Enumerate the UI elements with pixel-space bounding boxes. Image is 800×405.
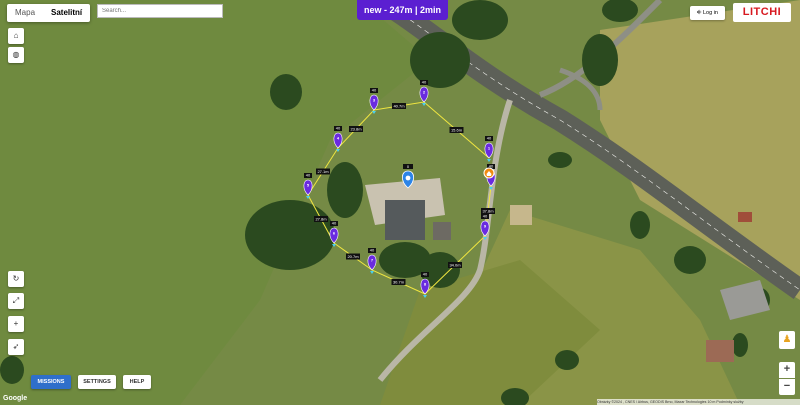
google-logo: Google: [3, 395, 28, 402]
mission-title: new - 247m | 2min: [357, 0, 449, 20]
search-input[interactable]: [97, 4, 223, 18]
help-button[interactable]: HELP: [123, 375, 151, 389]
map-type-map[interactable]: Mapa: [7, 4, 43, 22]
expand-button[interactable]: ⤢: [8, 293, 24, 309]
home-point-marker[interactable]: [483, 167, 495, 179]
login-button[interactable]: ⎆ Log in: [690, 6, 725, 20]
waypoint-altitude: 40: [422, 80, 427, 85]
waypoint-altitude: 40: [336, 126, 341, 131]
waypoint-altitude: 40: [370, 248, 375, 253]
missions-button[interactable]: MISSIONS: [31, 375, 71, 389]
segment-distance-label: 15.6m: [449, 127, 464, 133]
map-type-satellite[interactable]: Satelitní: [43, 4, 90, 22]
expand-icon: ⤢: [12, 296, 20, 305]
rocket-icon: ➶: [12, 342, 20, 351]
svg-text:15.6m: 15.6m: [451, 128, 463, 133]
pegman-icon: ♟: [782, 334, 792, 345]
segment-distance-label: 23.8m: [349, 126, 363, 132]
home-icon: ⌂: [13, 31, 19, 40]
svg-text:27.8m: 27.8m: [315, 217, 327, 222]
waypoint-altitude: 40: [483, 214, 488, 219]
login-label: Log in: [702, 10, 718, 16]
svg-text:20.7m: 20.7m: [347, 254, 359, 259]
street-view-pegman[interactable]: ♟: [779, 331, 795, 349]
home-button[interactable]: ⌂: [8, 28, 24, 44]
map-type-toggle[interactable]: Mapa Satelitní: [7, 4, 91, 22]
settings-button[interactable]: SETTINGS: [78, 375, 116, 389]
satellite-map[interactable]: 15.6m 40.7m 23.8m 27.1m 27.8m 20.7m 30.7m 34.0m…: [0, 0, 800, 405]
login-icon: ⎆: [697, 10, 702, 16]
segment-distance-label: 34.0m: [448, 262, 462, 268]
svg-text:27.1m: 27.1m: [317, 169, 329, 174]
map-attribution: Obrázky ©2024 , CNES / Airbus, GEODIS Br…: [597, 399, 800, 405]
waypoint-altitude: 40: [372, 88, 377, 93]
refresh-button[interactable]: ↻: [8, 271, 24, 287]
svg-text:23.8m: 23.8m: [350, 127, 362, 132]
svg-text:40.7m: 40.7m: [393, 104, 405, 109]
waypoint-altitude: 40: [332, 221, 337, 226]
zoom-out-button[interactable]: −: [779, 379, 795, 395]
refresh-icon: ↻: [12, 274, 20, 283]
add-button[interactable]: +: [8, 316, 24, 332]
waypoint-altitude: 40: [423, 272, 428, 277]
svg-text:34.0m: 34.0m: [449, 263, 461, 268]
globe-icon: ◍: [12, 50, 20, 59]
globe-button[interactable]: ◍: [8, 47, 24, 63]
plus-icon: +: [13, 319, 19, 328]
svg-text:30.7m: 30.7m: [393, 280, 405, 285]
segment-distance-label: 20.7m: [346, 253, 360, 260]
zoom-in-button[interactable]: +: [779, 362, 795, 378]
segment-distance-label: 27.8m: [314, 216, 328, 222]
segment-distance-label: 27.1m: [316, 168, 330, 175]
waypoint-altitude: 40: [487, 136, 492, 141]
waypoint-altitude: 40: [306, 173, 311, 178]
launch-button[interactable]: ➶: [8, 339, 24, 355]
litchi-logo: LITCHI: [733, 3, 791, 22]
segment-distance-label: 40.7m: [392, 103, 406, 109]
segment-distance-label: 30.7m: [391, 279, 406, 285]
